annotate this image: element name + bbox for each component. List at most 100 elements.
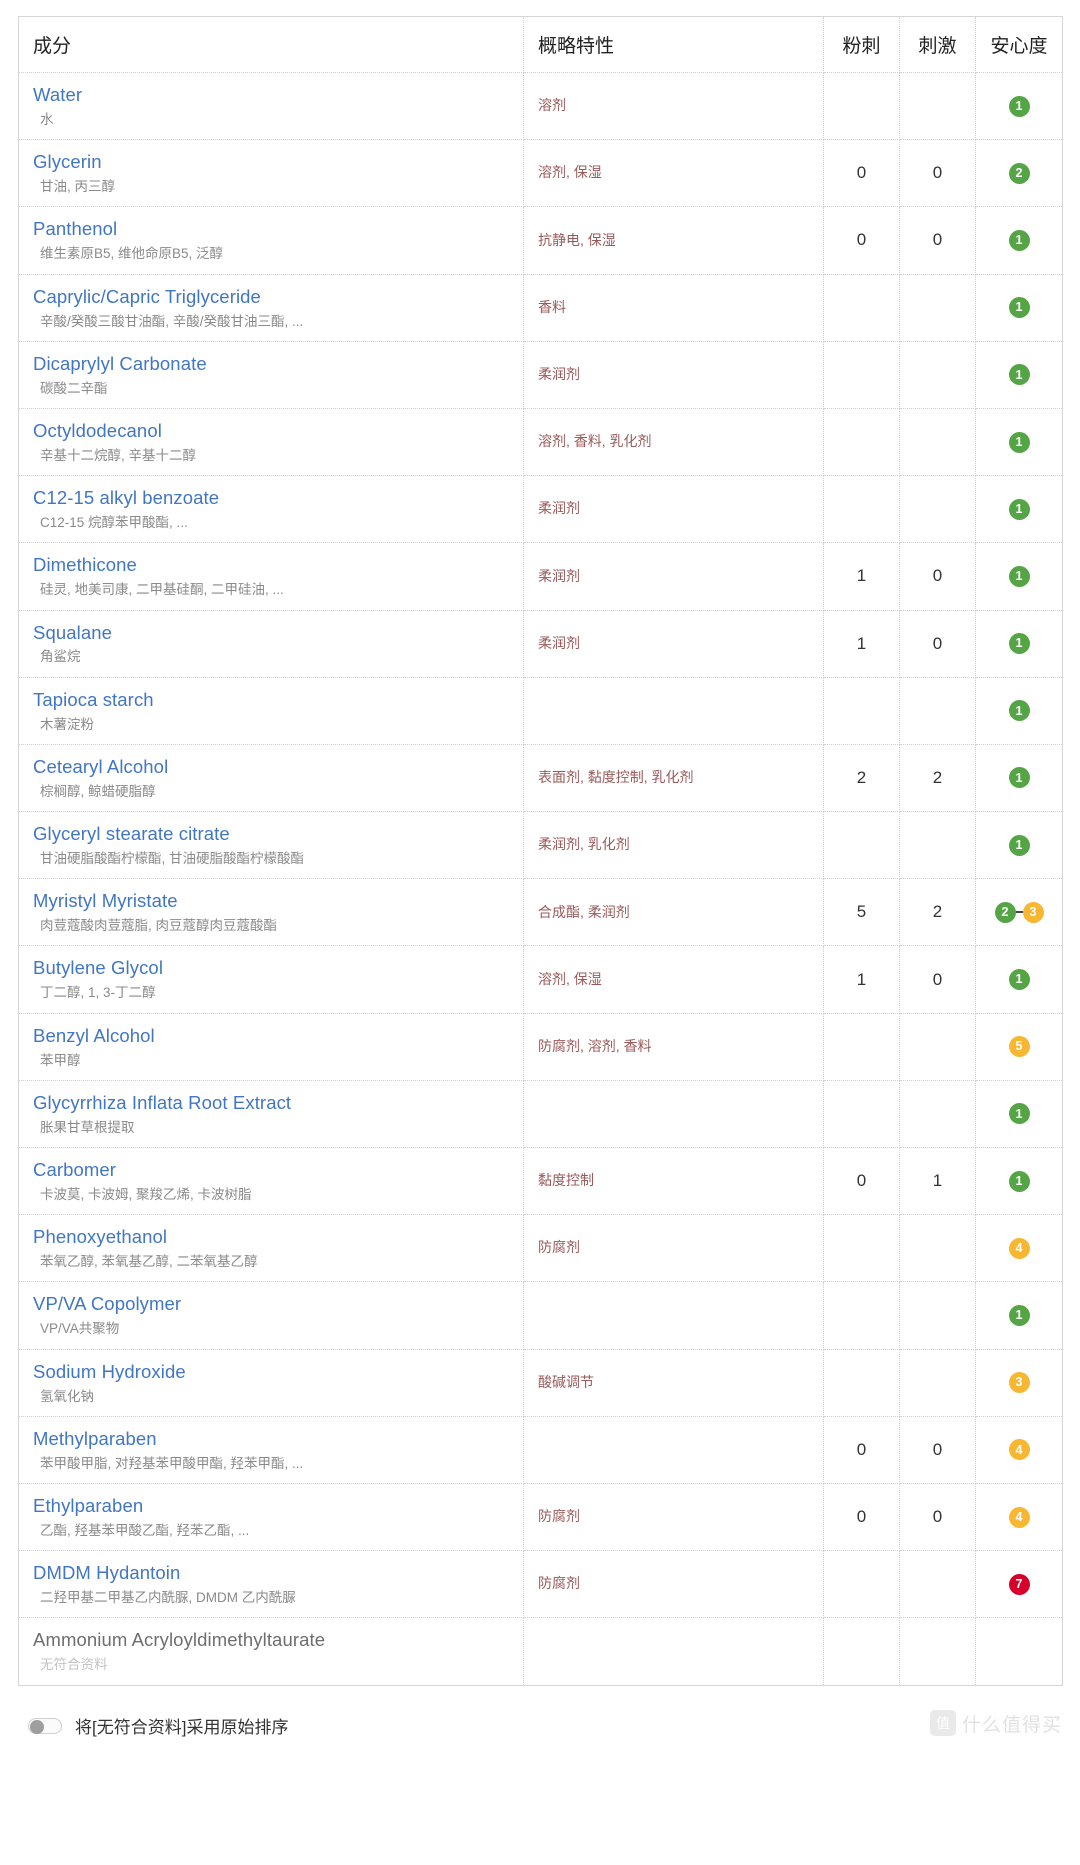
cell-irritation xyxy=(899,475,976,544)
ingredient-link[interactable]: C12-15 alkyl benzoate xyxy=(33,486,509,511)
cell-ingredient: Glycerin 甘油, 丙三醇 xyxy=(18,139,524,208)
ingredient-link[interactable]: Glycerin xyxy=(33,150,509,175)
safety-badge: 1 xyxy=(1008,834,1030,856)
cell-ingredient: Dicaprylyl Carbonate 碳酸二辛酯 xyxy=(18,341,524,409)
cell-properties: 柔润剂 xyxy=(523,610,824,678)
safety-badge: 7 xyxy=(1008,1573,1030,1595)
property-text: 抗静电, 保湿 xyxy=(538,231,616,248)
cell-properties: 防腐剂, 溶剂, 香料 xyxy=(523,1013,824,1081)
ingredient-link[interactable]: Butylene Glycol xyxy=(33,956,509,981)
ingredient-link[interactable]: DMDM Hydantoin xyxy=(33,1561,509,1586)
ingredient-alias: 胀果甘草根提取 xyxy=(40,1119,135,1135)
cell-ingredient: Squalane 角鲨烷 xyxy=(18,610,524,678)
ingredient-link[interactable]: Glyceryl stearate citrate xyxy=(33,822,509,847)
ingredient-link[interactable]: Cetearyl Alcohol xyxy=(33,755,509,780)
ingredient-link[interactable]: Methylparaben xyxy=(33,1427,509,1452)
table-row: Glycerin 甘油, 丙三醇 溶剂, 保湿 0 0 2 xyxy=(18,139,1063,208)
safety-badge-group: 1 xyxy=(1008,364,1030,386)
safety-badge-group: 1 xyxy=(1008,229,1030,251)
column-header-irritation[interactable]: 刺激 xyxy=(899,16,976,73)
ingredient-link[interactable]: Octyldodecanol xyxy=(33,419,509,444)
ingredient-alias: C12-15 烷醇苯甲酸酯, ... xyxy=(40,515,188,531)
ingredient-link[interactable]: Sodium Hydroxide xyxy=(33,1360,509,1385)
cell-irritation: 1 xyxy=(899,1147,976,1216)
ingredient-link[interactable]: Dimethicone xyxy=(33,553,509,578)
cell-irritation xyxy=(899,341,976,409)
cell-safety: 1 xyxy=(975,542,1063,611)
property-text: 黏度控制 xyxy=(538,1172,594,1189)
ingredient-link[interactable]: Myristyl Myristate xyxy=(33,889,509,914)
ingredient-link[interactable]: Squalane xyxy=(33,621,509,646)
ingredient-link[interactable]: Benzyl Alcohol xyxy=(33,1024,509,1049)
column-header-comedogenic[interactable]: 粉刺 xyxy=(823,16,900,73)
cell-irritation: 0 xyxy=(899,206,976,275)
table-footer: 将[无符合资料]采用原始排序 值 什么值得买 xyxy=(18,1704,1062,1748)
ingredient-link[interactable]: Phenoxyethanol xyxy=(33,1225,509,1250)
table-row: VP/VA Copolymer VP/VA共聚物 1 xyxy=(18,1281,1063,1350)
column-header-ingredient[interactable]: 成分 xyxy=(18,16,524,73)
safety-badge-group: 1 xyxy=(1008,834,1030,856)
safety-badge: 1 xyxy=(1008,1103,1030,1125)
table-row: C12-15 alkyl benzoate C12-15 烷醇苯甲酸酯, ... 柔… xyxy=(18,475,1063,544)
cell-comedogenic xyxy=(823,1349,900,1417)
property-text: 防腐剂 xyxy=(538,1508,580,1525)
cell-irritation xyxy=(899,1013,976,1081)
safety-badge-group: 1 xyxy=(1008,431,1030,453)
cell-ingredient: Ammonium Acryloyldimethyltaurate 无符合资料 xyxy=(18,1617,524,1685)
ingredient-alias: 肉荳蔻酸肉荳蔻脂, 肉豆蔻醇肉豆蔻酸酯 xyxy=(40,918,278,934)
cell-safety: 1 xyxy=(975,475,1063,544)
ingredient-link[interactable]: Dicaprylyl Carbonate xyxy=(33,352,509,377)
ingredient-link[interactable]: Caprylic/Capric Triglyceride xyxy=(33,285,509,310)
ingredient-alias: VP/VA共聚物 xyxy=(40,1321,120,1337)
safety-badge-group: 1 xyxy=(1008,297,1030,319)
cell-safety: 1 xyxy=(975,945,1063,1014)
cell-ingredient: Glycyrrhiza Inflata Root Extract 胀果甘草根提取 xyxy=(18,1080,524,1149)
cell-properties: 防腐剂 xyxy=(523,1483,824,1552)
property-text: 防腐剂 xyxy=(538,1575,580,1592)
cell-irritation xyxy=(899,72,976,141)
cell-comedogenic: 0 xyxy=(823,1416,900,1484)
ingredient-link[interactable]: Tapioca starch xyxy=(33,688,509,713)
ingredient-link[interactable]: VP/VA Copolymer xyxy=(33,1292,509,1317)
table-row: Tapioca starch 木薯淀粉 1 xyxy=(18,677,1063,745)
ingredient-alias: 乙酯, 羟基苯甲酸乙酯, 羟苯乙酯, ... xyxy=(40,1522,250,1538)
cell-properties xyxy=(523,1281,824,1350)
cell-properties: 溶剂, 保湿 xyxy=(523,139,824,208)
safety-badge: 1 xyxy=(1008,297,1030,319)
ingredient-alias: 卡波莫, 卡波姆, 聚羧乙烯, 卡波树脂 xyxy=(40,1186,252,1202)
cell-ingredient: Sodium Hydroxide 氢氧化钠 xyxy=(18,1349,524,1417)
column-header-properties[interactable]: 概略特性 xyxy=(523,16,824,73)
safety-badge: 1 xyxy=(1008,95,1030,117)
cell-safety: 1 xyxy=(975,274,1063,342)
ingredient-alias: 甘油, 丙三醇 xyxy=(40,179,116,195)
badge-range-dash-icon xyxy=(1015,911,1023,914)
cell-safety: 4 xyxy=(975,1483,1063,1552)
table-row: Glycyrrhiza Inflata Root Extract 胀果甘草根提取 1 xyxy=(18,1080,1063,1149)
cell-comedogenic: 5 xyxy=(823,878,900,947)
safety-badge: 1 xyxy=(1008,1304,1030,1326)
ingredient-link[interactable]: Water xyxy=(33,83,509,108)
cell-irritation: 0 xyxy=(899,1416,976,1484)
safety-badge-group: 1 xyxy=(1008,700,1030,722)
cell-comedogenic xyxy=(823,677,900,745)
safety-badge-group: 3 xyxy=(1008,1372,1030,1394)
cell-ingredient: Butylene Glycol 丁二醇, 1, 3-丁二醇 xyxy=(18,945,524,1014)
ingredient-link[interactable]: Glycyrrhiza Inflata Root Extract xyxy=(33,1091,509,1116)
table-body: Water 水溶剂 1 Glycerin 甘油, 丙三醇 溶剂, 保湿 0 0 2 Panthen… xyxy=(18,72,1063,1685)
ingredient-alias: 丁二醇, 1, 3-丁二醇 xyxy=(40,985,156,1001)
ingredient-link[interactable]: Carbomer xyxy=(33,1158,509,1183)
ingredient-link[interactable]: Ethylparaben xyxy=(33,1494,509,1519)
ingredient-link[interactable]: Panthenol xyxy=(33,217,509,242)
cell-properties: 抗静电, 保湿 xyxy=(523,206,824,275)
cell-safety: 1 xyxy=(975,677,1063,745)
cell-properties: 柔润剂 xyxy=(523,475,824,544)
table-row: Myristyl Myristate 肉荳蔻酸肉荳蔻脂, 肉豆蔻醇肉豆蔻酸酯 合成酯… xyxy=(18,878,1063,947)
cell-irritation xyxy=(899,274,976,342)
safety-badge: 1 xyxy=(1008,700,1030,722)
original-order-toggle[interactable] xyxy=(28,1717,62,1734)
table-row: Phenoxyethanol 苯氧乙醇, 苯氧基乙醇, 二苯氧基乙醇 防腐剂 4 xyxy=(18,1214,1063,1283)
cell-properties: 柔润剂 xyxy=(523,542,824,611)
cell-irritation xyxy=(899,1349,976,1417)
column-header-safety[interactable]: 安心度 xyxy=(975,16,1063,73)
cell-comedogenic xyxy=(823,408,900,477)
